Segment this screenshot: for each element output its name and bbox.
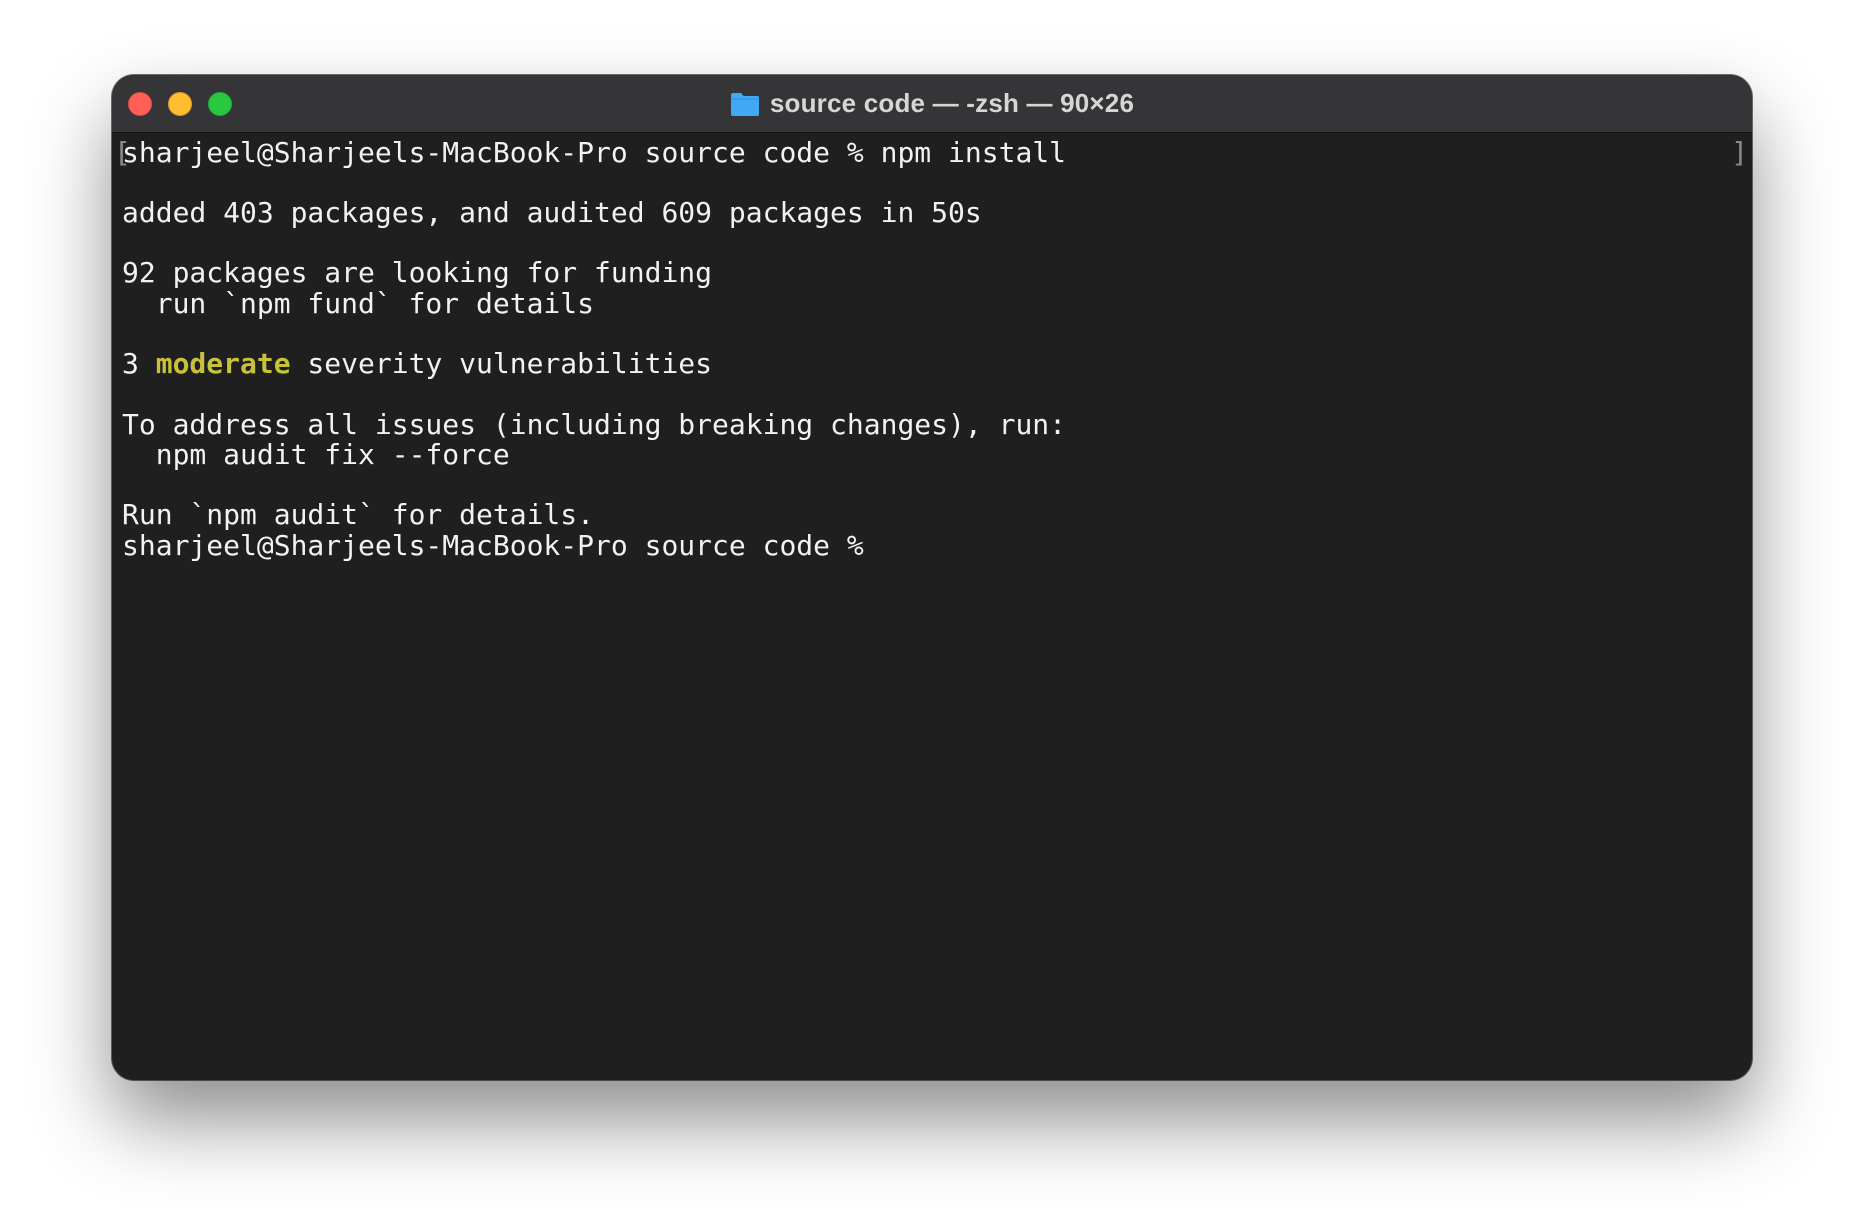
audit-fix-command-line: npm audit fix --force	[122, 438, 510, 471]
terminal-window: source code — -zsh — 90×26 [ ] sharjeel@…	[112, 75, 1752, 1080]
vuln-count: 3	[122, 347, 156, 380]
mark-close-bracket: ]	[1731, 136, 1748, 169]
window-title-group: source code — -zsh — 90×26	[730, 88, 1134, 119]
prompt-line-current[interactable]: sharjeel@Sharjeels-MacBook-Pro source co…	[122, 528, 881, 564]
window-title: source code — -zsh — 90×26	[769, 88, 1135, 118]
fund-hint-line: run `npm fund` for details	[122, 287, 595, 320]
title-bar[interactable]: source code — -zsh — 90×26	[112, 75, 1752, 133]
folder-icon	[730, 91, 760, 117]
terminal-output[interactable]: [ ] sharjeel@Sharjeels-MacBook-Pro sourc…	[112, 133, 1752, 1080]
vuln-rest: severity vulnerabilities	[290, 347, 713, 380]
minimize-button[interactable]	[168, 92, 192, 116]
close-button[interactable]	[128, 92, 152, 116]
vuln-severity-moderate: moderate	[155, 347, 291, 380]
vulnerabilities-line: 3 moderate severity vulnerabilities	[122, 346, 712, 382]
zoom-button[interactable]	[208, 92, 232, 116]
added-packages-line: added 403 packages, and audited 609 pack…	[122, 196, 982, 229]
prompt-line-npm-install: sharjeel@Sharjeels-MacBook-Pro source co…	[122, 136, 1067, 169]
